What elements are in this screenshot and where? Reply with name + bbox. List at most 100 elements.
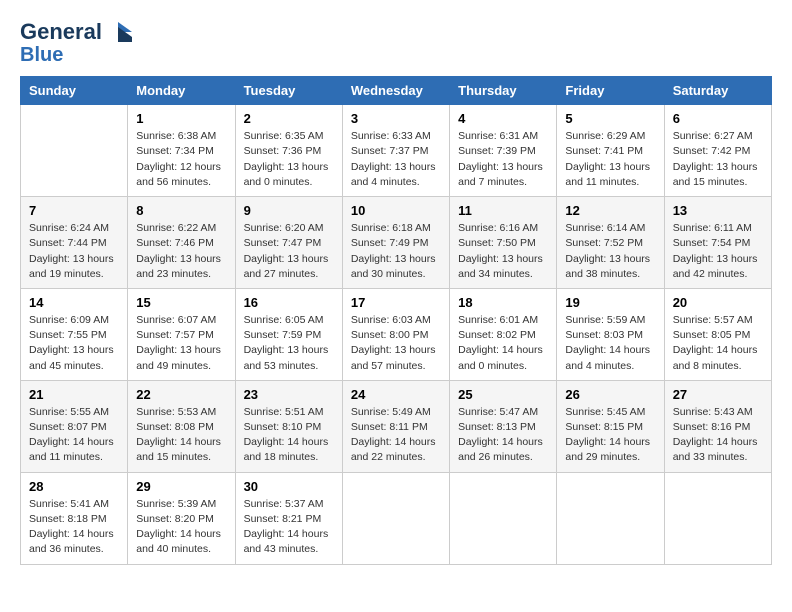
calendar-cell: 25 Sunrise: 5:47 AM Sunset: 8:13 PM Dayli… xyxy=(450,380,557,472)
day-info: Sunrise: 5:57 AM Sunset: 8:05 PM Dayligh… xyxy=(673,313,763,374)
day-number: 21 xyxy=(29,387,119,402)
day-info: Sunrise: 5:45 AM Sunset: 8:15 PM Dayligh… xyxy=(565,405,655,466)
day-info: Sunrise: 5:43 AM Sunset: 8:16 PM Dayligh… xyxy=(673,405,763,466)
calendar-table: SundayMondayTuesdayWednesdayThursdayFrid… xyxy=(20,76,772,564)
calendar-cell: 11 Sunrise: 6:16 AM Sunset: 7:50 PM Dayli… xyxy=(450,197,557,289)
col-header-monday: Monday xyxy=(128,77,235,105)
day-info: Sunrise: 6:01 AM Sunset: 8:02 PM Dayligh… xyxy=(458,313,548,374)
col-header-wednesday: Wednesday xyxy=(342,77,449,105)
day-info: Sunrise: 6:11 AM Sunset: 7:54 PM Dayligh… xyxy=(673,221,763,282)
day-number: 5 xyxy=(565,111,655,126)
day-number: 24 xyxy=(351,387,441,402)
calendar-cell xyxy=(664,472,771,564)
day-number: 1 xyxy=(136,111,226,126)
day-info: Sunrise: 5:41 AM Sunset: 8:18 PM Dayligh… xyxy=(29,497,119,558)
col-header-saturday: Saturday xyxy=(664,77,771,105)
col-header-friday: Friday xyxy=(557,77,664,105)
day-number: 10 xyxy=(351,203,441,218)
calendar-cell: 14 Sunrise: 6:09 AM Sunset: 7:55 PM Dayli… xyxy=(21,288,128,380)
calendar-cell: 27 Sunrise: 5:43 AM Sunset: 8:16 PM Dayli… xyxy=(664,380,771,472)
day-number: 8 xyxy=(136,203,226,218)
day-number: 26 xyxy=(565,387,655,402)
day-number: 16 xyxy=(244,295,334,310)
day-info: Sunrise: 6:03 AM Sunset: 8:00 PM Dayligh… xyxy=(351,313,441,374)
calendar-cell: 2 Sunrise: 6:35 AM Sunset: 7:36 PM Daylig… xyxy=(235,105,342,197)
col-header-tuesday: Tuesday xyxy=(235,77,342,105)
day-number: 19 xyxy=(565,295,655,310)
day-info: Sunrise: 6:24 AM Sunset: 7:44 PM Dayligh… xyxy=(29,221,119,282)
calendar-cell xyxy=(342,472,449,564)
day-info: Sunrise: 5:53 AM Sunset: 8:08 PM Dayligh… xyxy=(136,405,226,466)
calendar-cell: 22 Sunrise: 5:53 AM Sunset: 8:08 PM Dayli… xyxy=(128,380,235,472)
day-info: Sunrise: 6:16 AM Sunset: 7:50 PM Dayligh… xyxy=(458,221,548,282)
day-number: 18 xyxy=(458,295,548,310)
day-number: 30 xyxy=(244,479,334,494)
day-info: Sunrise: 6:05 AM Sunset: 7:59 PM Dayligh… xyxy=(244,313,334,374)
day-info: Sunrise: 6:31 AM Sunset: 7:39 PM Dayligh… xyxy=(458,129,548,190)
col-header-thursday: Thursday xyxy=(450,77,557,105)
day-number: 22 xyxy=(136,387,226,402)
calendar-cell: 18 Sunrise: 6:01 AM Sunset: 8:02 PM Dayli… xyxy=(450,288,557,380)
logo-blue-text: Blue xyxy=(20,44,63,66)
day-number: 6 xyxy=(673,111,763,126)
calendar-cell: 28Sunrise: 5:41 AM Sunset: 8:18 PM Dayli… xyxy=(21,472,128,564)
day-info: Sunrise: 6:09 AM Sunset: 7:55 PM Dayligh… xyxy=(29,313,119,374)
day-info: Sunrise: 6:27 AM Sunset: 7:42 PM Dayligh… xyxy=(673,129,763,190)
day-info: Sunrise: 5:49 AM Sunset: 8:11 PM Dayligh… xyxy=(351,405,441,466)
calendar-cell: 29 Sunrise: 5:39 AM Sunset: 8:20 PM Dayli… xyxy=(128,472,235,564)
calendar-cell: 17 Sunrise: 6:03 AM Sunset: 8:00 PM Dayli… xyxy=(342,288,449,380)
day-info: Sunrise: 5:39 AM Sunset: 8:20 PM Dayligh… xyxy=(136,497,226,558)
calendar-cell: 5 Sunrise: 6:29 AM Sunset: 7:41 PM Daylig… xyxy=(557,105,664,197)
day-number: 17 xyxy=(351,295,441,310)
logo: General Blue xyxy=(20,20,132,66)
calendar-cell: 6 Sunrise: 6:27 AM Sunset: 7:42 PM Daylig… xyxy=(664,105,771,197)
day-number: 27 xyxy=(673,387,763,402)
day-number: 3 xyxy=(351,111,441,126)
day-number: 11 xyxy=(458,203,548,218)
day-info: Sunrise: 6:38 AM Sunset: 7:34 PM Dayligh… xyxy=(136,129,226,190)
day-number: 9 xyxy=(244,203,334,218)
day-info: Sunrise: 6:14 AM Sunset: 7:52 PM Dayligh… xyxy=(565,221,655,282)
calendar-cell: 23Sunrise: 5:51 AM Sunset: 8:10 PM Dayli… xyxy=(235,380,342,472)
day-info: Sunrise: 5:37 AM Sunset: 8:21 PM Dayligh… xyxy=(244,497,334,558)
col-header-sunday: Sunday xyxy=(21,77,128,105)
day-number: 25 xyxy=(458,387,548,402)
day-info: Sunrise: 5:51 AM Sunset: 8:10 PM Dayligh… xyxy=(244,405,334,466)
calendar-cell: 1 Sunrise: 6:38 AM Sunset: 7:34 PM Daylig… xyxy=(128,105,235,197)
calendar-cell: 24 Sunrise: 5:49 AM Sunset: 8:11 PM Dayli… xyxy=(342,380,449,472)
calendar-cell: 9 Sunrise: 6:20 AM Sunset: 7:47 PM Daylig… xyxy=(235,197,342,289)
day-info: Sunrise: 6:20 AM Sunset: 7:47 PM Dayligh… xyxy=(244,221,334,282)
calendar-cell: 12 Sunrise: 6:14 AM Sunset: 7:52 PM Dayli… xyxy=(557,197,664,289)
day-number: 12 xyxy=(565,203,655,218)
calendar-cell xyxy=(557,472,664,564)
calendar-cell: 30 Sunrise: 5:37 AM Sunset: 8:21 PM Dayli… xyxy=(235,472,342,564)
day-info: Sunrise: 6:07 AM Sunset: 7:57 PM Dayligh… xyxy=(136,313,226,374)
calendar-cell: 16 Sunrise: 6:05 AM Sunset: 7:59 PM Dayli… xyxy=(235,288,342,380)
calendar-cell: 8 Sunrise: 6:22 AM Sunset: 7:46 PM Daylig… xyxy=(128,197,235,289)
page-header: General Blue xyxy=(20,20,772,66)
calendar-cell: 3 Sunrise: 6:33 AM Sunset: 7:37 PM Daylig… xyxy=(342,105,449,197)
logo-icon xyxy=(104,22,132,42)
day-number: 29 xyxy=(136,479,226,494)
calendar-cell: 19Sunrise: 5:59 AM Sunset: 8:03 PM Dayli… xyxy=(557,288,664,380)
day-info: Sunrise: 6:22 AM Sunset: 7:46 PM Dayligh… xyxy=(136,221,226,282)
day-info: Sunrise: 6:18 AM Sunset: 7:49 PM Dayligh… xyxy=(351,221,441,282)
day-info: Sunrise: 6:29 AM Sunset: 7:41 PM Dayligh… xyxy=(565,129,655,190)
calendar-cell: 15 Sunrise: 6:07 AM Sunset: 7:57 PM Dayli… xyxy=(128,288,235,380)
day-info: Sunrise: 6:33 AM Sunset: 7:37 PM Dayligh… xyxy=(351,129,441,190)
calendar-cell xyxy=(450,472,557,564)
calendar-cell: 10 Sunrise: 6:18 AM Sunset: 7:49 PM Dayli… xyxy=(342,197,449,289)
day-info: Sunrise: 6:35 AM Sunset: 7:36 PM Dayligh… xyxy=(244,129,334,190)
calendar-cell: 26 Sunrise: 5:45 AM Sunset: 8:15 PM Dayli… xyxy=(557,380,664,472)
day-number: 13 xyxy=(673,203,763,218)
day-info: Sunrise: 5:47 AM Sunset: 8:13 PM Dayligh… xyxy=(458,405,548,466)
day-number: 7 xyxy=(29,203,119,218)
day-number: 15 xyxy=(136,295,226,310)
day-number: 2 xyxy=(244,111,334,126)
day-number: 20 xyxy=(673,295,763,310)
calendar-cell: 13 Sunrise: 6:11 AM Sunset: 7:54 PM Dayli… xyxy=(664,197,771,289)
calendar-cell: 20 Sunrise: 5:57 AM Sunset: 8:05 PM Dayli… xyxy=(664,288,771,380)
calendar-cell: 21Sunrise: 5:55 AM Sunset: 8:07 PM Dayli… xyxy=(21,380,128,472)
day-number: 14 xyxy=(29,295,119,310)
calendar-cell: 4Sunrise: 6:31 AM Sunset: 7:39 PM Daylig… xyxy=(450,105,557,197)
